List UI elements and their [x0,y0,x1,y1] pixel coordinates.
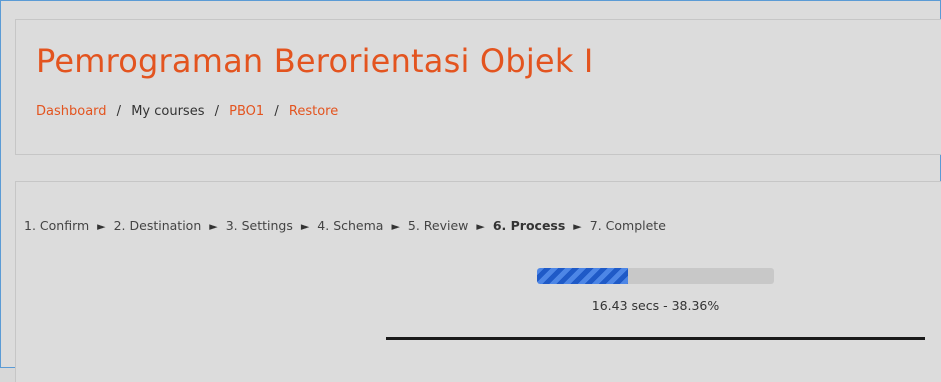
step-arrow-icon: ► [391,220,400,233]
step-settings: 3. Settings [225,218,293,233]
step-arrow-icon: ► [209,220,218,233]
step-process-current: 6. Process [492,218,566,233]
breadcrumb-dashboard[interactable]: Dashboard [36,104,107,119]
step-confirm: 1. Confirm [24,218,90,233]
breadcrumb-separator: / [116,104,122,119]
page-title: Pemrograman Berorientasi Objek I [36,42,594,80]
breadcrumb: Dashboard / My courses / PBO1 / Restore [36,104,338,119]
restore-steps: 1. Confirm ► 2. Destination ► 3. Setting… [24,218,666,233]
restore-panel: 1. Confirm ► 2. Destination ► 3. Setting… [15,181,941,382]
step-destination: 2. Destination [113,218,202,233]
breadcrumb-separator: / [274,104,279,119]
progress-bar-fill [537,268,628,284]
step-arrow-icon: ► [97,220,106,233]
browser-frame: Pemrograman Berorientasi Objek I Dashboa… [0,0,941,382]
step-arrow-icon: ► [476,220,485,233]
step-arrow-icon: ► [300,220,310,233]
breadcrumb-my-courses: My courses [131,104,205,119]
progress-bar [537,268,774,284]
breadcrumb-pbo1[interactable]: PBO1 [229,104,264,119]
step-complete: 7. Complete [589,218,666,233]
progress-status-text: 16.43 secs - 38.36% [591,298,720,313]
breadcrumb-restore[interactable]: Restore [289,104,338,119]
step-arrow-icon: ► [573,220,582,233]
page-header: Pemrograman Berorientasi Objek I Dashboa… [15,19,941,155]
breadcrumb-separator: / [214,104,220,119]
divider [386,337,925,340]
step-review: 5. Review [407,218,469,233]
step-schema: 4. Schema [317,218,384,233]
